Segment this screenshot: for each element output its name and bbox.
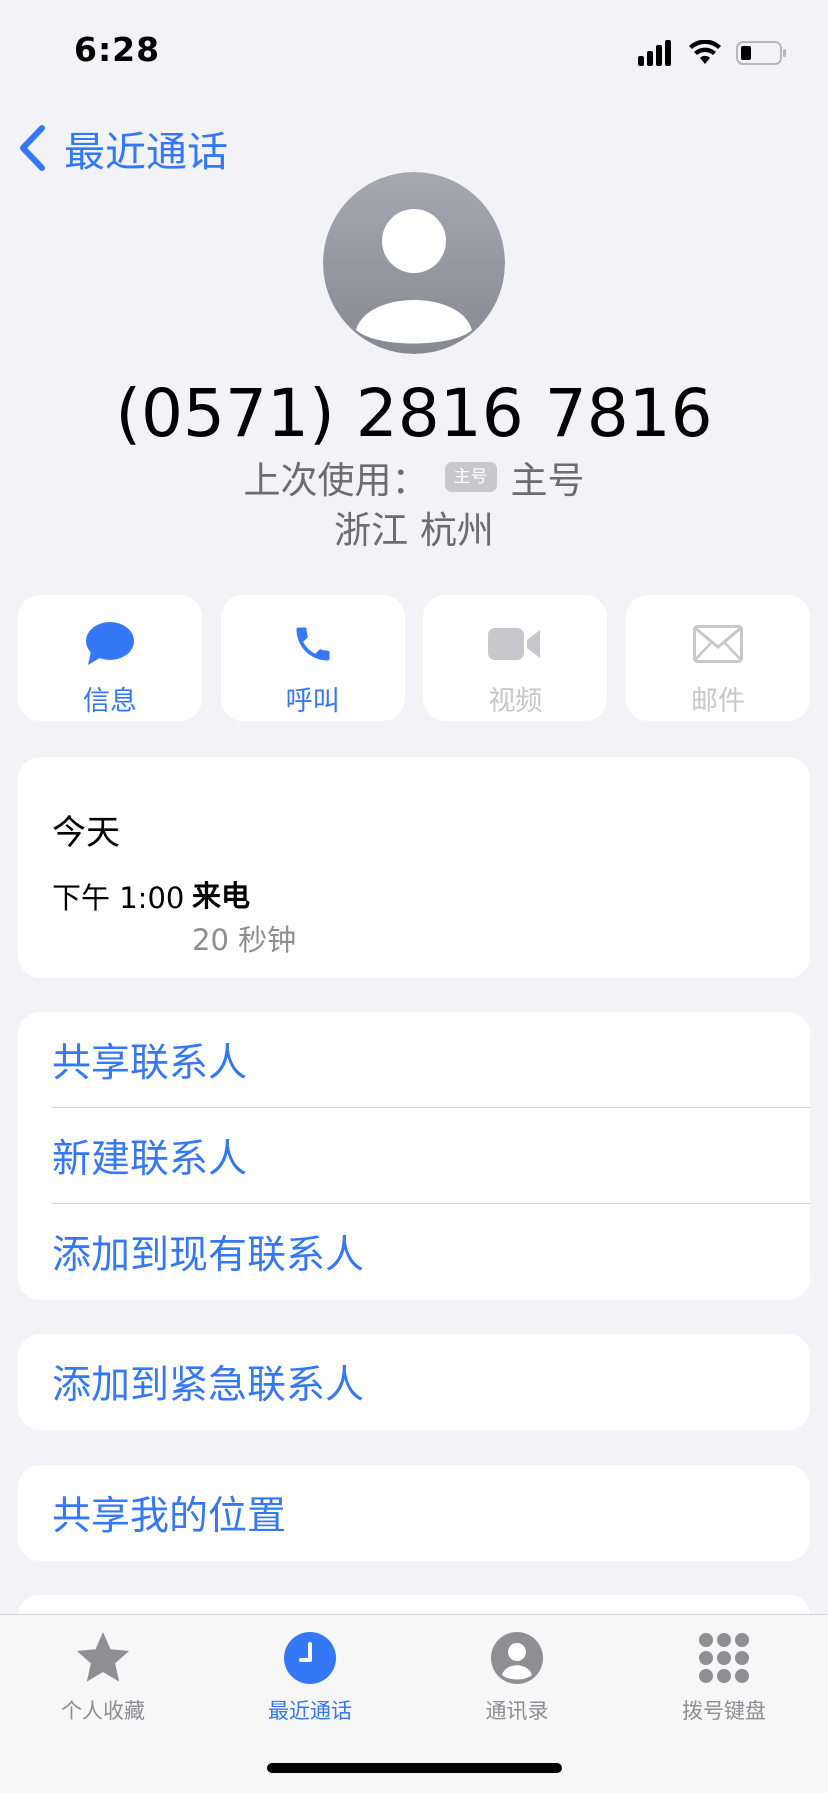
status-bar: 6:28 <box>0 0 828 100</box>
wifi-icon <box>689 40 721 64</box>
call-label: 呼叫 <box>285 686 340 717</box>
phone-number: (0571) 2816 7816 <box>115 375 713 452</box>
battery-icon <box>736 41 786 65</box>
add-to-existing-contact-button[interactable]: 添加到现有联系人 <box>18 1204 810 1300</box>
tab-label: 最近通话 <box>268 1699 352 1723</box>
tab-contacts[interactable]: 通讯录 <box>427 1629 607 1725</box>
phone-icon <box>296 627 330 661</box>
share-contact-button[interactable]: 共享联系人 <box>18 1012 810 1108</box>
star-icon <box>76 1632 130 1682</box>
location-card: 共享我的位置 <box>18 1465 810 1561</box>
call-day: 今天 <box>52 813 120 853</box>
clock-icon <box>284 1632 336 1684</box>
tab-label: 拨号键盘 <box>682 1699 766 1723</box>
share-my-location-button[interactable]: 共享我的位置 <box>18 1465 810 1561</box>
contact-avatar <box>323 172 505 354</box>
call-history-card: 今天 下午 1:00 来电 20 秒钟 <box>18 757 810 978</box>
contacts-icon <box>491 1632 543 1684</box>
keypad-icon <box>699 1633 749 1683</box>
action-buttons: 信息 呼叫 视频 邮件 <box>18 595 810 721</box>
status-icons <box>638 36 788 70</box>
call-duration: 20 秒钟 <box>192 923 297 957</box>
home-indicator[interactable] <box>267 1763 562 1773</box>
contact-options-card: 共享联系人 新建联系人 添加到现有联系人 <box>18 1012 810 1300</box>
cellular-signal-icon <box>638 40 671 66</box>
call-type: 来电 <box>192 879 251 913</box>
video-button[interactable]: 视频 <box>423 595 608 721</box>
message-icon <box>86 622 134 665</box>
create-contact-button[interactable]: 新建联系人 <box>18 1108 810 1204</box>
add-to-emergency-contacts-button[interactable]: 添加到紧急联系人 <box>18 1334 810 1430</box>
tab-label: 通讯录 <box>485 1699 549 1723</box>
tab-label: 个人收藏 <box>61 1699 145 1723</box>
call-time: 下午 1:00 <box>52 881 185 915</box>
video-icon <box>488 628 541 660</box>
back-label: 最近通话 <box>64 128 228 176</box>
call-button[interactable]: 呼叫 <box>220 595 405 721</box>
mail-icon <box>692 625 743 663</box>
person-placeholder-icon <box>323 172 505 354</box>
message-label: 信息 <box>83 686 137 717</box>
message-button[interactable]: 信息 <box>18 595 202 721</box>
back-button[interactable]: 最近通话 <box>18 118 228 178</box>
last-used-label: 上次使用： <box>243 459 429 502</box>
tab-favorites[interactable]: 个人收藏 <box>13 1629 193 1725</box>
chevron-left-icon <box>20 125 45 171</box>
status-time: 6:28 <box>74 30 161 69</box>
mail-label: 邮件 <box>690 686 745 717</box>
video-label: 视频 <box>488 686 543 717</box>
last-used-line: 上次使用： 主号 主号 <box>0 450 828 504</box>
contact-location: 浙江 杭州 <box>334 509 494 552</box>
tab-recents[interactable]: 最近通话 <box>220 1629 400 1725</box>
emergency-card: 添加到紧急联系人 <box>18 1334 810 1430</box>
mail-button[interactable]: 邮件 <box>625 595 810 721</box>
sim-badge: 主号 <box>444 462 497 492</box>
tab-keypad[interactable]: 拨号键盘 <box>634 1629 814 1725</box>
sim-name: 主号 <box>510 459 585 502</box>
